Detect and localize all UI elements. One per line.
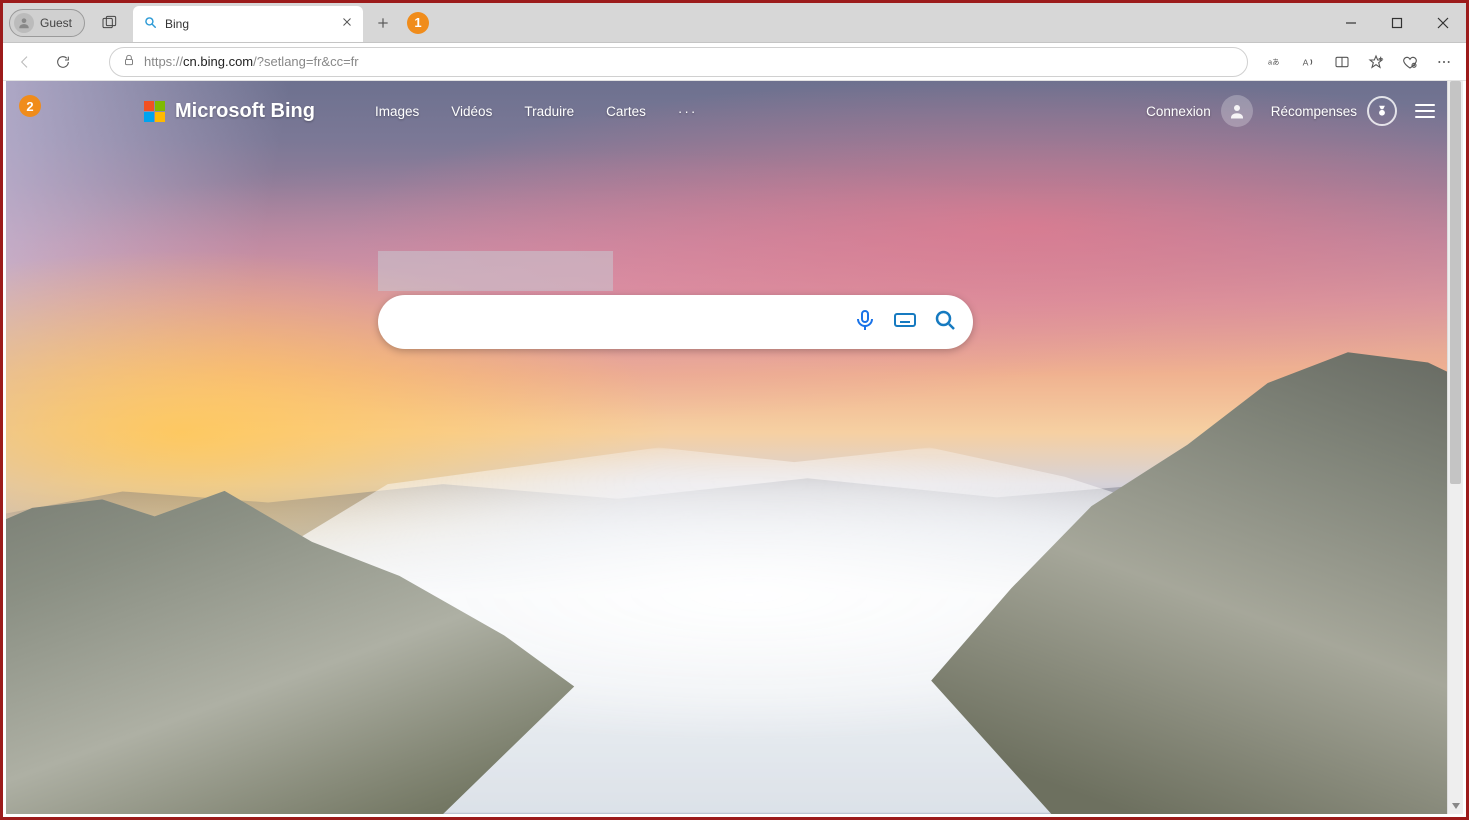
guest-label: Guest bbox=[40, 16, 72, 30]
nav-back-button[interactable] bbox=[9, 46, 41, 78]
svg-text:aあ: aあ bbox=[1268, 57, 1279, 66]
bing-favicon-icon bbox=[143, 15, 157, 34]
toolbar-right-group: aあ A bbox=[1258, 46, 1460, 78]
bing-header: Microsoft Bing Images Vidéos Traduire Ca… bbox=[6, 81, 1463, 141]
voice-search-button[interactable] bbox=[853, 308, 877, 337]
scroll-thumb[interactable] bbox=[1450, 81, 1461, 484]
nav-videos[interactable]: Vidéos bbox=[451, 104, 492, 119]
window-close-button[interactable] bbox=[1420, 3, 1466, 43]
nav-more[interactable]: ··· bbox=[678, 104, 698, 119]
nav-images[interactable]: Images bbox=[375, 104, 419, 119]
scroll-down-icon[interactable] bbox=[1448, 798, 1463, 814]
search-area bbox=[378, 251, 973, 349]
window-maximize-button[interactable] bbox=[1374, 3, 1420, 43]
annotation-callout-2: 2 bbox=[19, 95, 41, 117]
more-menu-button[interactable] bbox=[1428, 46, 1460, 78]
search-box[interactable] bbox=[378, 295, 973, 349]
bing-logo[interactable]: Microsoft Bing bbox=[144, 100, 315, 123]
split-screen-button[interactable] bbox=[1326, 46, 1358, 78]
collections-button[interactable] bbox=[1394, 46, 1426, 78]
window-minimize-button[interactable] bbox=[1328, 3, 1374, 43]
browser-toolbar: https://cn.bing.com/?setlang=fr&cc=fr aあ… bbox=[3, 43, 1466, 81]
svg-text:A: A bbox=[1303, 57, 1309, 67]
bing-nav: Images Vidéos Traduire Cartes ··· bbox=[375, 104, 697, 119]
nav-translate[interactable]: Traduire bbox=[524, 104, 574, 119]
signin-label: Connexion bbox=[1146, 104, 1211, 119]
address-bar[interactable]: https://cn.bing.com/?setlang=fr&cc=fr bbox=[109, 47, 1248, 77]
tab-title: Bing bbox=[165, 17, 333, 31]
read-aloud-button[interactable]: A bbox=[1292, 46, 1324, 78]
microsoft-logo-icon bbox=[144, 101, 165, 122]
annotation-callout-1: 1 bbox=[407, 12, 429, 34]
hamburger-menu-button[interactable] bbox=[1415, 104, 1435, 118]
browser-titlebar: Guest Bing 1 bbox=[3, 3, 1466, 43]
keyboard-input-button[interactable] bbox=[893, 308, 917, 337]
redacted-region bbox=[378, 251, 613, 291]
translate-button[interactable]: aあ bbox=[1258, 46, 1290, 78]
rewards-group[interactable]: Récompenses bbox=[1271, 96, 1397, 126]
browser-tab[interactable]: Bing bbox=[133, 6, 363, 42]
annotated-frame: Guest Bing 1 bbox=[0, 0, 1469, 820]
signin-group[interactable]: Connexion bbox=[1146, 95, 1253, 127]
tab-actions-button[interactable] bbox=[95, 9, 123, 37]
profile-guest-pill[interactable]: Guest bbox=[9, 9, 85, 37]
address-url: https://cn.bing.com/?setlang=fr&cc=fr bbox=[144, 54, 359, 69]
window-controls bbox=[1328, 3, 1466, 43]
search-submit-button[interactable] bbox=[933, 308, 957, 337]
new-tab-button[interactable] bbox=[369, 9, 397, 37]
search-action-icons bbox=[853, 308, 957, 337]
vertical-scrollbar[interactable] bbox=[1447, 81, 1463, 814]
favorites-button[interactable] bbox=[1360, 46, 1392, 78]
rewards-medal-icon bbox=[1367, 96, 1397, 126]
nav-maps[interactable]: Cartes bbox=[606, 104, 646, 119]
rewards-label: Récompenses bbox=[1271, 104, 1357, 119]
search-input[interactable] bbox=[402, 313, 853, 331]
tab-close-button[interactable] bbox=[341, 15, 353, 33]
bing-header-right: Connexion Récompenses bbox=[1146, 95, 1435, 127]
site-lock-icon bbox=[122, 53, 136, 70]
user-avatar-icon bbox=[1221, 95, 1253, 127]
nav-refresh-button[interactable] bbox=[47, 46, 79, 78]
bing-logo-text: Microsoft Bing bbox=[175, 100, 315, 123]
guest-avatar-icon bbox=[14, 13, 34, 33]
page-viewport: Microsoft Bing Images Vidéos Traduire Ca… bbox=[6, 81, 1463, 814]
